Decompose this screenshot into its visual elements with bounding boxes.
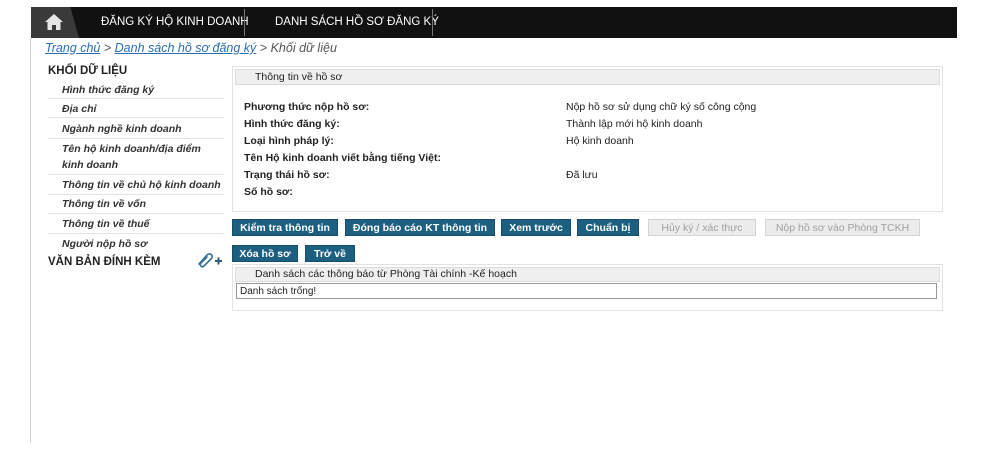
breadcrumb-separator: > (259, 41, 268, 55)
legal-type-value: Hộ kinh doanh (566, 135, 634, 147)
registration-type-label: Hình thức đăng ký: (244, 118, 340, 130)
sidebar-item-business-name[interactable]: Tên hộ kinh doanh/địa điểm kinh doanh (48, 141, 224, 175)
attachments-title: VĂN BẢN ĐÍNH KÈM (48, 256, 161, 268)
back-button[interactable]: Trở về (305, 245, 355, 262)
home-icon (45, 14, 63, 30)
cancel-signature-button[interactable]: Hủy ký / xác thực (648, 219, 756, 236)
top-nav-bar: ĐĂNG KÝ HỘ KINH DOANH DANH SÁCH HỒ SƠ ĐĂ… (31, 7, 957, 38)
prepare-button[interactable]: Chuẩn bị (577, 219, 639, 236)
nav-register-business[interactable]: ĐĂNG KÝ HỘ KINH DOANH (101, 7, 249, 38)
sidebar-item-address[interactable]: Địa chỉ (48, 101, 224, 118)
check-info-button[interactable]: Kiểm tra thông tin (232, 219, 338, 236)
delete-file-button[interactable]: Xóa hồ sơ (232, 245, 298, 262)
home-button[interactable] (31, 7, 79, 38)
nav-divider (244, 9, 245, 36)
page-left-border (30, 38, 31, 443)
nav-registration-list[interactable]: DANH SÁCH HỒ SƠ ĐĂNG KÝ (275, 7, 439, 38)
close-check-report-button[interactable]: Đóng báo cáo KT thông tin (345, 219, 495, 236)
business-name-vi-label: Tên Hộ kinh doanh viết bằng tiếng Việt: (244, 152, 441, 164)
breadcrumb-list-link[interactable]: Danh sách hồ sơ đăng ký (115, 41, 257, 55)
breadcrumb-separator: > (103, 41, 112, 55)
sidebar-item-owner-info[interactable]: Thông tin về chủ hộ kinh doanh (48, 177, 224, 195)
preview-button[interactable]: Xem trước (501, 219, 571, 236)
sidebar-item-tax[interactable]: Thông tin về thuế (48, 216, 224, 234)
submission-method-value: Nộp hồ sơ sử dụng chữ ký số công cộng (566, 101, 757, 113)
registration-type-value: Thành lập mới hộ kinh doanh (566, 118, 703, 130)
paperclip-plus-icon[interactable] (195, 252, 223, 268)
submission-method-label: Phương thức nộp hồ sơ: (244, 101, 370, 113)
status-value: Đã lưu (566, 169, 598, 181)
sidebar-item-registration-type[interactable]: Hình thức đăng ký (48, 82, 224, 99)
nav-divider (432, 9, 433, 36)
breadcrumb-home-link[interactable]: Trang chủ (45, 41, 100, 55)
notices-empty-message: Danh sách trống! (236, 283, 937, 299)
breadcrumb-current: Khối dữ liệu (270, 41, 337, 55)
sidebar-item-capital[interactable]: Thông tin về vốn (48, 196, 224, 214)
notices-header: Danh sách các thông báo từ Phòng Tài chí… (235, 267, 940, 282)
file-number-label: Số hồ sơ: (244, 186, 293, 198)
legal-type-label: Loại hình pháp lý: (244, 135, 334, 147)
profile-info-header: Thông tin về hồ sơ (235, 69, 940, 85)
submit-to-office-button[interactable]: Nộp hồ sơ vào Phòng TCKH (765, 219, 920, 236)
sidebar-title: KHỐI DỮ LIỆU (48, 65, 128, 77)
breadcrumb: Trang chủ > Danh sách hồ sơ đăng ký > Kh… (45, 41, 337, 55)
notices-panel: Danh sách các thông báo từ Phòng Tài chí… (232, 264, 943, 311)
sidebar-item-submitter[interactable]: Người nộp hồ sơ (48, 236, 224, 253)
status-label: Trạng thái hồ sơ: (244, 169, 330, 181)
sidebar-item-business-lines[interactable]: Ngành nghề kinh doanh (48, 121, 224, 139)
